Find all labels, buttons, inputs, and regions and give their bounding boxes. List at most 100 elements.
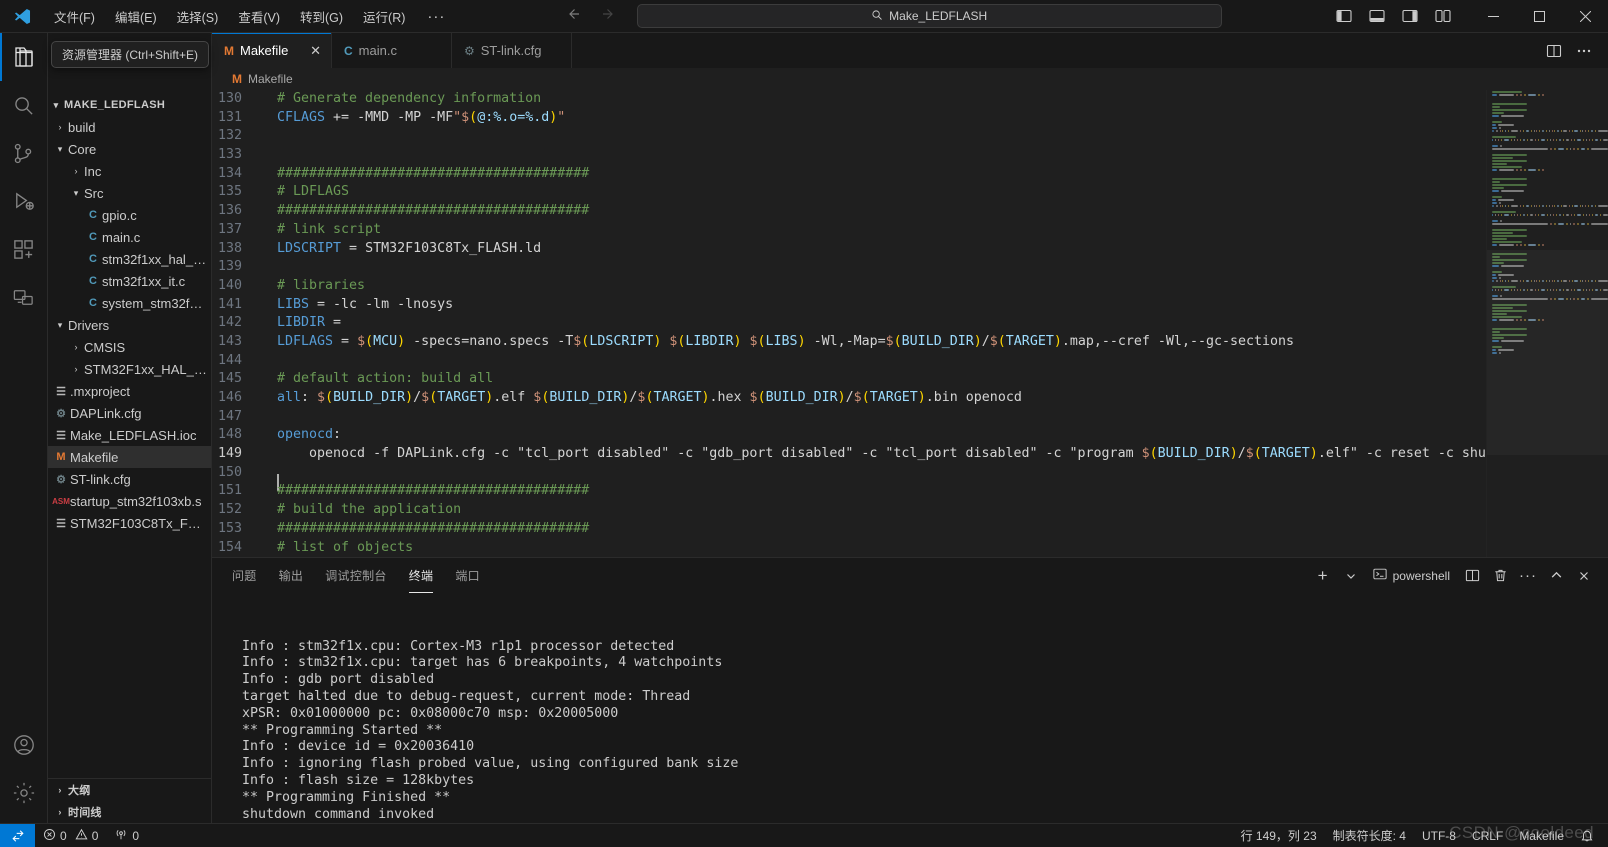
editor-tab-st-link-cfg[interactable]: ⚙ ST-link.cfg <box>452 33 572 68</box>
code-line-text: ####################################### <box>277 483 590 499</box>
tree-item-label: Drivers <box>68 317 110 333</box>
code-line-text: all: $(BUILD_DIR)/$(TARGET).elf $(BUILD_… <box>277 390 1022 405</box>
gear-icon: ⚙ <box>56 407 66 420</box>
activitybar-accounts[interactable] <box>0 721 48 769</box>
editor-tab-makefile[interactable]: M Makefile ✕ <box>212 33 332 68</box>
activitybar-remote-explorer[interactable] <box>0 273 48 321</box>
tree-item-drivers[interactable]: ▾ Drivers <box>48 314 211 336</box>
maximize-panel-icon[interactable] <box>1544 564 1568 588</box>
menu-selection[interactable]: 选择(S) <box>167 0 229 33</box>
vscode-window: 文件(F) 编辑(E) 选择(S) 查看(V) 转到(G) 运行(R) ··· <box>0 0 1608 847</box>
toggle-panel-icon[interactable] <box>1362 0 1392 33</box>
menu-go[interactable]: 转到(G) <box>290 0 353 33</box>
panel-tab-输出[interactable]: 输出 <box>279 558 304 593</box>
code-line-147: 147 <box>212 408 1486 427</box>
status-eol[interactable]: CRLF <box>1464 824 1511 847</box>
tree-item-stm32f1xx-hal-dri-[interactable]: › STM32F1xx_HAL_Dri... <box>48 358 211 380</box>
activitybar-search[interactable] <box>0 81 48 129</box>
close-panel-icon[interactable] <box>1572 564 1596 588</box>
tree-rows: › build ▾ Core › Inc ▾ Src Cgpio.c Cmain.c Cstm32f… <box>48 116 211 534</box>
tree-item-stm32f1xx-it-c[interactable]: Cstm32f1xx_it.c <box>48 270 211 292</box>
tree-item-core[interactable]: ▾ Core <box>48 138 211 160</box>
sidebar-section-outline[interactable]: › 大纲 <box>48 779 211 801</box>
panel-tab-终端[interactable]: 终端 <box>408 558 434 593</box>
status-language-mode[interactable]: Makefile <box>1511 824 1572 847</box>
status-encoding[interactable]: UTF-8 <box>1414 824 1464 847</box>
chevron-right-icon: › <box>74 342 78 352</box>
close-button[interactable] <box>1562 0 1608 33</box>
code-line-140: 140 # libraries <box>212 277 1486 296</box>
tree-item--mxproject[interactable]: ☰ .mxproject <box>48 380 211 402</box>
line-number: 131 <box>217 109 242 125</box>
minimap[interactable] <box>1486 90 1608 557</box>
kill-terminal-trash-icon[interactable] <box>1488 564 1512 588</box>
tree-item-stm32f1xx-hal-ms-[interactable]: Cstm32f1xx_hal_ms... <box>48 248 211 270</box>
makefile-icon: M <box>232 72 242 86</box>
menu-run[interactable]: 运行(R) <box>353 0 415 33</box>
toggle-secondary-sidebar-icon[interactable] <box>1395 0 1425 33</box>
code-line-137: 137 # link script <box>212 221 1486 240</box>
activitybar-settings-gear-icon[interactable] <box>0 769 48 817</box>
tree-item-make-ledflash-ioc[interactable]: ☰ Make_LEDFLASH.ioc <box>48 424 211 446</box>
tree-item-stm32f103c8tx-fla-[interactable]: ☰ STM32F103C8Tx_FLA... <box>48 512 211 534</box>
editor-tab-main-c[interactable]: Cmain.c <box>332 33 452 68</box>
customize-layout-icon[interactable] <box>1428 0 1458 33</box>
status-ports[interactable]: 0 <box>106 824 147 847</box>
breadcrumb[interactable]: M Makefile <box>212 68 1608 90</box>
status-problems[interactable]: 0 0 <box>35 824 106 847</box>
split-terminal-icon[interactable] <box>1460 564 1484 588</box>
tree-root-make-ledflash[interactable]: ▾ MAKE_LEDFLASH <box>48 94 211 116</box>
panel-tab-端口[interactable]: 端口 <box>455 558 480 593</box>
forward-icon[interactable] <box>601 6 617 27</box>
chevron-down-icon: ▾ <box>57 143 63 154</box>
minimap-slider[interactable] <box>1487 250 1608 455</box>
tree-item-system-stm32f1xx-c[interactable]: Csystem_stm32f1xx.c <box>48 292 211 314</box>
menu-file[interactable]: 文件(F) <box>44 0 105 33</box>
split-editor-icon[interactable] <box>1540 33 1568 68</box>
tree-item-cmsis[interactable]: › CMSIS <box>48 336 211 358</box>
active-terminal-selector[interactable]: powershell <box>1367 564 1456 588</box>
code-scroll-area[interactable]: 130 # Generate dependency information 131 C… <box>212 90 1486 557</box>
status-cursor-position[interactable]: 行 149，列 23 <box>1233 824 1325 847</box>
menu-more[interactable]: ··· <box>415 0 457 33</box>
terminal-dropdown-icon[interactable] <box>1339 564 1363 588</box>
tree-item-makefile[interactable]: M Makefile <box>48 446 211 468</box>
tree-item-startup-stm32f103xb-s[interactable]: ASM startup_stm32f103xb.s <box>48 490 211 512</box>
terminal-output[interactable]: Info : stm32f1x.cpu: Cortex-M3 r1p1 proc… <box>212 593 1608 823</box>
menu-edit[interactable]: 编辑(E) <box>105 0 167 33</box>
tree-item-main-c[interactable]: Cmain.c <box>48 226 211 248</box>
new-terminal-button[interactable]: + <box>1311 564 1335 588</box>
panel-tab-问题[interactable]: 问题 <box>232 558 257 593</box>
activitybar-source-control[interactable] <box>0 129 48 177</box>
back-icon[interactable] <box>565 6 581 27</box>
tree-item-gpio-c[interactable]: Cgpio.c <box>48 204 211 226</box>
notifications-bell-icon[interactable] <box>1572 824 1602 847</box>
tree-item-build[interactable]: › build <box>48 116 211 138</box>
line-number: 145 <box>217 371 242 387</box>
status-tab-size[interactable]: 制表符长度: 4 <box>1325 824 1414 847</box>
tree-item-inc[interactable]: › Inc <box>48 160 211 182</box>
tree-item-label: Make_LEDFLASH.ioc <box>70 427 197 443</box>
sidebar-section-timeline[interactable]: › 时间线 <box>48 801 211 823</box>
chevron-down-icon: ▾ <box>57 319 63 330</box>
toggle-primary-sidebar-icon[interactable] <box>1329 0 1359 33</box>
menu-view[interactable]: 查看(V) <box>228 0 290 33</box>
explorer-sidebar: 资源管理器 (Ctrl+Shift+E) ▾ MAKE_LEDFLASH › bu… <box>48 33 212 823</box>
panel-more-actions[interactable]: ··· <box>1516 564 1540 588</box>
remote-window-icon[interactable] <box>0 823 35 847</box>
minimize-button[interactable] <box>1470 0 1516 33</box>
command-center-search[interactable]: Make_LEDFLASH <box>636 4 1222 28</box>
activitybar-extensions[interactable] <box>0 225 48 273</box>
activitybar-run-debug[interactable] <box>0 177 48 225</box>
code-editor[interactable]: 130 # Generate dependency information 131 C… <box>212 90 1608 557</box>
editor-more-actions-icon[interactable] <box>1570 33 1598 68</box>
tab-close-icon[interactable]: ✕ <box>300 43 321 59</box>
maximize-button[interactable] <box>1516 0 1562 33</box>
line-number: 153 <box>217 520 242 536</box>
panel-tab-调试控制台[interactable]: 调试控制台 <box>325 558 387 593</box>
tree-item-daplink-cfg[interactable]: ⚙ DAPLink.cfg <box>48 402 211 424</box>
code-line-text: ####################################### <box>277 165 590 181</box>
tree-item-st-link-cfg[interactable]: ⚙ ST-link.cfg <box>48 468 211 490</box>
activitybar-explorer[interactable] <box>0 33 48 81</box>
tree-item-src[interactable]: ▾ Src <box>48 182 211 204</box>
